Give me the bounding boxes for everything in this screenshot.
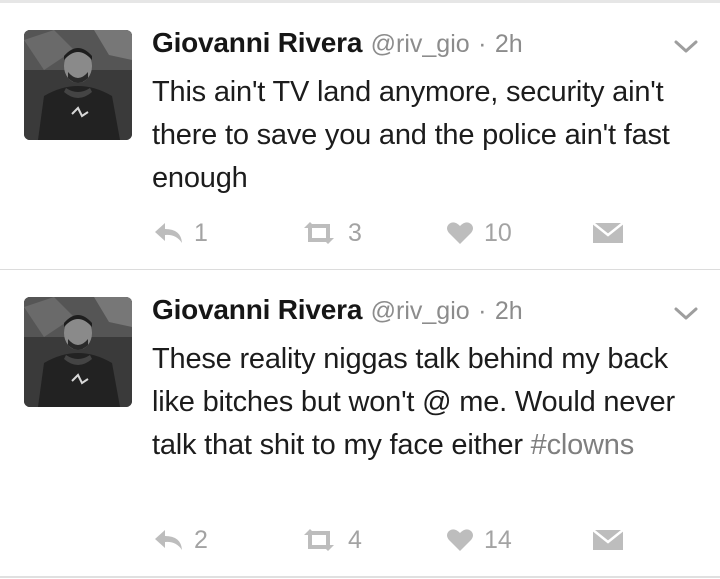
heart-icon [447, 529, 473, 551]
meta-separator: · [478, 297, 487, 325]
tweet-time[interactable]: 2h [495, 297, 523, 325]
tweet-text: These reality niggas talk behind my back… [152, 338, 697, 467]
author-handle[interactable]: @riv_gio [371, 297, 470, 325]
avatar-photo [24, 30, 132, 140]
author-name[interactable]: Giovanni Rivera [152, 27, 362, 58]
retweet-count: 3 [348, 218, 362, 247]
reply-icon [155, 530, 182, 550]
action-bar: 2 4 14 [0, 520, 720, 560]
bottom-divider [0, 576, 720, 578]
like-button[interactable]: 14 [446, 520, 512, 560]
retweet-icon [304, 222, 334, 244]
tweet-header: Giovanni Rivera @riv_gio · 2h [152, 27, 523, 59]
reply-button[interactable]: 2 [152, 520, 208, 560]
tweet-feed: Giovanni Rivera @riv_gio · 2h This ain't… [0, 0, 720, 579]
tweet-card[interactable]: Giovanni Rivera @riv_gio · 2h These real… [0, 270, 720, 576]
envelope-icon [592, 222, 624, 243]
avatar[interactable] [24, 30, 132, 140]
reply-count: 1 [194, 218, 208, 247]
reply-icon [155, 223, 182, 243]
chevron-down-icon[interactable] [672, 304, 700, 324]
chevron-down-icon[interactable] [672, 37, 700, 57]
heart-icon [447, 222, 473, 244]
direct-message-button[interactable] [592, 213, 624, 253]
avatar-photo [24, 297, 132, 407]
like-button[interactable]: 10 [446, 213, 512, 253]
tweet-card[interactable]: Giovanni Rivera @riv_gio · 2h This ain't… [0, 3, 720, 269]
hashtag-link[interactable]: #clowns [531, 429, 635, 461]
envelope-icon [592, 529, 624, 550]
retweet-button[interactable]: 4 [300, 520, 362, 560]
direct-message-button[interactable] [592, 520, 624, 560]
author-handle[interactable]: @riv_gio [371, 30, 470, 58]
reply-button[interactable]: 1 [152, 213, 208, 253]
tweet-text-body: This ain't TV land anymore, security ain… [152, 76, 670, 194]
avatar[interactable] [24, 297, 132, 407]
author-name[interactable]: Giovanni Rivera [152, 294, 362, 325]
retweet-count: 4 [348, 525, 362, 554]
retweet-button[interactable]: 3 [300, 213, 362, 253]
reply-count: 2 [194, 525, 208, 554]
action-bar: 1 3 10 [0, 213, 720, 253]
tweet-time[interactable]: 2h [495, 30, 523, 58]
tweet-header: Giovanni Rivera @riv_gio · 2h [152, 294, 523, 326]
retweet-icon [304, 529, 334, 551]
tweet-text: This ain't TV land anymore, security ain… [152, 71, 697, 200]
meta-separator: · [478, 30, 487, 58]
like-count: 14 [484, 525, 512, 554]
like-count: 10 [484, 218, 512, 247]
